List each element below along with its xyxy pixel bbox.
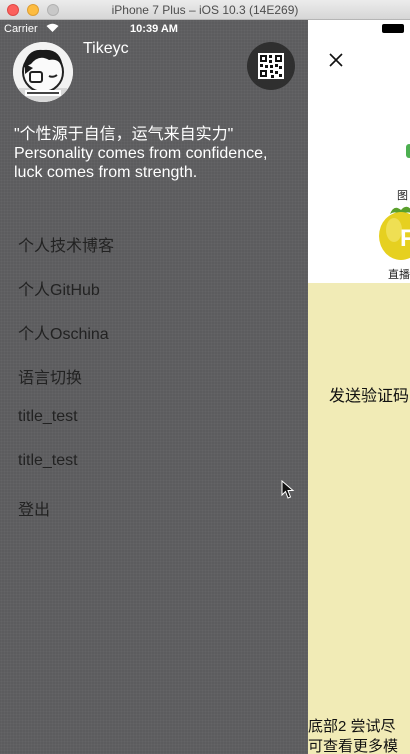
yellow-content-area: 发送验证码 底部2 尝试尽 可查看更多模 [308, 283, 410, 754]
mouse-cursor [281, 480, 295, 499]
avatar-image [13, 42, 73, 102]
menu-item-tech-blog[interactable]: 个人技术博客 [18, 232, 114, 256]
menu-item-title-test-2[interactable]: title_test [18, 452, 78, 470]
close-icon[interactable] [328, 52, 344, 68]
menu-item-oschina[interactable]: 个人Oschina [18, 320, 109, 344]
bottom-text-line-1: 底部2 尝试尽 [308, 718, 396, 735]
menu-item-title-test-1[interactable]: title_test [18, 408, 78, 426]
qr-code-icon [258, 53, 284, 79]
status-time: 10:39 AM [130, 23, 178, 35]
bottom-text-line-2: 可查看更多模 [308, 738, 399, 754]
label-tu: 图 [397, 190, 408, 202]
simulator-title-bar: iPhone 7 Plus – iOS 10.3 (14E269) [0, 0, 410, 20]
side-drawer: Tikeyc "个性源于自信，运气来自实力" Personality comes… [0, 20, 308, 754]
menu-item-logout[interactable]: 登出 [18, 496, 50, 520]
strawberry-icon[interactable]: F [376, 202, 410, 262]
qr-code-button[interactable] [247, 42, 295, 90]
green-indicator [406, 144, 410, 158]
menu-item-language-switch[interactable]: 语言切换 [18, 364, 82, 388]
menu-item-github[interactable]: 个人GitHub [18, 276, 100, 300]
motto-quote: "个性源于自信，运气来自实力" Personality comes from c… [14, 126, 268, 181]
main-content-panel[interactable]: 图 F 直播 发送验证码 底部2 尝试尽 可查看更多模 [308, 20, 410, 754]
window-title: iPhone 7 Plus – iOS 10.3 (14E269) [111, 3, 299, 17]
svg-text:F: F [400, 225, 410, 252]
battery-icon [382, 24, 404, 33]
label-live: 直播 [388, 269, 410, 281]
username: Tikeyc [83, 40, 129, 57]
send-code-button[interactable]: 发送验证码 [329, 382, 409, 406]
avatar[interactable] [13, 42, 73, 102]
